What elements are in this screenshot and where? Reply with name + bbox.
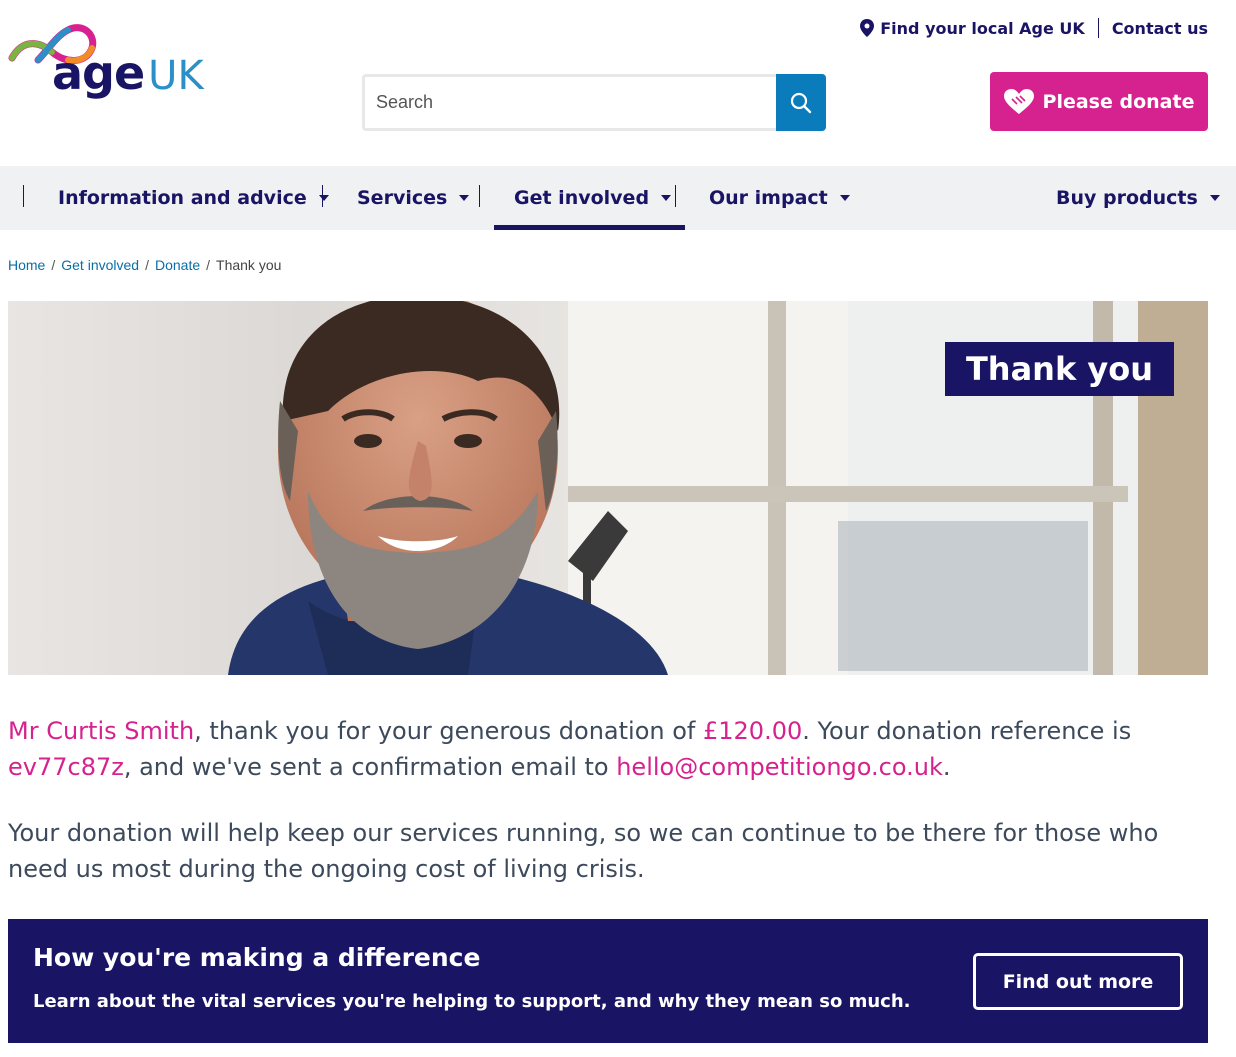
impact-paragraph: Your donation will help keep our service…	[8, 819, 1159, 883]
breadcrumb-donate[interactable]: Donate	[155, 257, 200, 273]
confirmation-text: , and we've sent a confirmation email to	[123, 753, 617, 781]
nav-label: Our impact	[709, 187, 828, 209]
breadcrumb-current: Thank you	[216, 257, 282, 273]
please-donate-label: Please donate	[1042, 90, 1195, 113]
nav-item-services[interactable]: Services	[357, 166, 470, 230]
nav-divider	[479, 185, 480, 207]
breadcrumb-home[interactable]: Home	[8, 257, 45, 273]
confirmation-content: Mr Curtis Smith, thank you for your gene…	[8, 713, 1208, 917]
nav-item-get-involved[interactable]: Get involved	[493, 166, 686, 230]
caret-down-icon	[318, 195, 329, 201]
confirmation-text: , thank you for your generous donation o…	[194, 717, 703, 745]
banner-subtitle: Learn about the vital services you're he…	[33, 991, 911, 1012]
confirmation-message: Mr Curtis Smith, thank you for your gene…	[8, 713, 1208, 785]
donation-reference: ev77c87z	[8, 753, 124, 781]
caret-down-icon	[1209, 195, 1220, 201]
breadcrumb: Home / Get involved / Donate / Thank you	[8, 257, 281, 273]
location-pin-icon	[860, 19, 875, 37]
top-links: Find your local Age UK Contact us	[860, 17, 1208, 39]
donor-name: Mr Curtis Smith	[8, 717, 195, 745]
nav-item-our-impact[interactable]: Our impact	[709, 166, 850, 230]
caret-down-icon	[459, 195, 470, 201]
confirmation-email: hello@competitiongo.co.uk	[616, 753, 943, 781]
nav-item-information-and-advice[interactable]: Information and advice	[58, 166, 329, 230]
nav-label: Get involved	[514, 187, 650, 209]
nav-label: Buy products	[1056, 187, 1198, 209]
caret-down-icon	[661, 195, 672, 201]
link-divider	[1097, 18, 1099, 38]
breadcrumb-separator: /	[206, 257, 211, 273]
search-input[interactable]	[362, 74, 776, 131]
search-button[interactable]	[776, 74, 826, 131]
nav-label: Information and advice	[58, 187, 307, 209]
nav-item-buy-products[interactable]: Buy products	[1056, 166, 1220, 230]
confirmation-text: . Your donation reference is	[802, 717, 1132, 745]
age-uk-logo[interactable]: age UK	[8, 20, 204, 110]
caret-down-icon	[839, 195, 850, 201]
logo-uk-text: UK	[148, 53, 204, 99]
nav-divider	[675, 185, 676, 207]
banner-title: How you're making a difference	[33, 943, 481, 972]
nav-divider	[322, 185, 323, 207]
nav-divider	[23, 185, 24, 207]
main-navigation: Information and advice Services Get invo…	[0, 166, 1236, 230]
confirmation-text: .	[942, 753, 951, 781]
search-bar	[362, 74, 826, 131]
breadcrumb-separator: /	[51, 257, 56, 273]
contact-us-link[interactable]: Contact us	[1112, 19, 1208, 38]
heart-hands-icon	[1003, 88, 1034, 114]
find-local-link[interactable]: Find your local Age UK	[880, 19, 1085, 38]
logo-age-text: age	[52, 46, 145, 100]
find-out-more-button[interactable]: Find out more	[973, 953, 1183, 1010]
search-icon	[790, 92, 812, 113]
breadcrumb-separator: /	[145, 257, 149, 273]
thank-you-badge: Thank you	[944, 342, 1174, 396]
donation-amount: £120.00	[702, 717, 803, 745]
impact-banner: How you're making a difference Learn abo…	[8, 919, 1208, 1043]
nav-label: Services	[357, 187, 448, 209]
please-donate-button[interactable]: Please donate	[990, 72, 1208, 131]
hero-image: Thank you	[8, 301, 1208, 675]
breadcrumb-get-involved[interactable]: Get involved	[61, 257, 139, 273]
